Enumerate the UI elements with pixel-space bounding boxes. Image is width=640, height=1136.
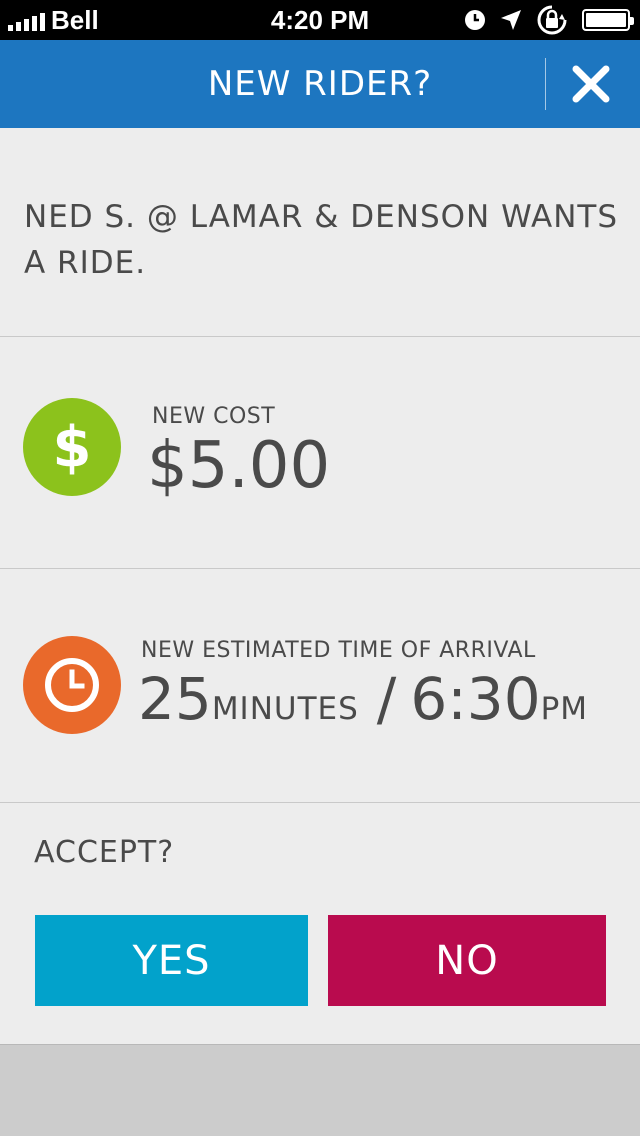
bottom-bar [0,1044,640,1136]
eta-separator: / [376,665,397,733]
yes-button[interactable]: YES [35,915,308,1006]
status-icons [464,0,634,40]
no-button[interactable]: NO [328,915,606,1006]
location-arrow-icon [501,10,521,30]
close-button[interactable] [560,52,622,116]
cost-label: NEW COST [152,404,276,429]
eta-value: 25MINUTES /6:30PM [138,665,588,733]
battery-icon [582,9,634,31]
cost-section: $ NEW COST $5.00 [0,337,640,569]
status-bar: Bell 4:20 PM [0,0,640,40]
cost-value: $5.00 [147,429,331,503]
eta-minutes: 25 [138,665,212,733]
eta-time: 6:30 [410,665,541,733]
dollar-glyph: $ [52,414,92,480]
header-divider [545,58,546,110]
dollar-icon: $ [23,398,121,496]
accept-label: ACCEPT? [34,835,175,870]
close-icon [572,65,610,103]
header-bar: NEW RIDER? [0,40,640,128]
ride-request-section: NED S. @ LAMAR & DENSON WANTS A RIDE. [0,128,640,337]
rotation-lock-icon [537,5,567,35]
clock-icon [465,10,485,30]
eta-section: NEW ESTIMATED TIME OF ARRIVAL 25MINUTES /… [0,569,640,803]
clock-icon [23,636,121,734]
eta-label: NEW ESTIMATED TIME OF ARRIVAL [141,638,536,663]
eta-minutes-unit: MINUTES [211,691,359,727]
ride-request-message: NED S. @ LAMAR & DENSON WANTS A RIDE. [24,199,619,281]
eta-time-unit: PM [540,691,589,727]
page-title: NEW RIDER? [207,64,433,104]
